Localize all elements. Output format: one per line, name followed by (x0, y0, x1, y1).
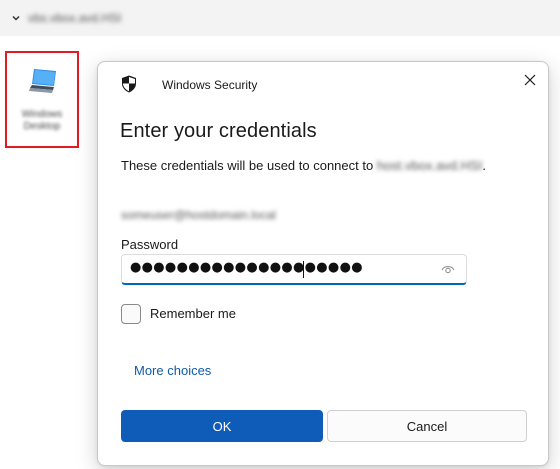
password-field[interactable]: ●●●●●●●●●●●●●●●●●●●● (121, 254, 467, 285)
password-label: Password (121, 237, 179, 252)
cancel-button[interactable]: Cancel (327, 410, 527, 442)
shield-icon (122, 75, 136, 93)
more-choices-link[interactable]: More choices (134, 363, 211, 378)
close-icon (524, 74, 536, 86)
background-header: vbs.vbox.avd.HSI (0, 0, 560, 36)
username-text: someuser@hostdomain.local (121, 208, 276, 222)
dialog-heading: Enter your credentials (120, 120, 317, 142)
remember-me-checkbox[interactable] (121, 304, 141, 324)
ok-button[interactable]: OK (121, 410, 323, 442)
remember-me-label[interactable]: Remember me (150, 306, 236, 321)
shortcut-label: Windows Desktop (21, 109, 63, 132)
close-button[interactable] (516, 66, 544, 94)
dialog-description: These credentials will be used to connec… (121, 158, 486, 173)
credentials-dialog: Windows Security Enter your credentials … (97, 61, 549, 466)
host-name: host.vbox.avd.HSI (376, 158, 483, 173)
chevron-down-icon[interactable] (11, 13, 21, 23)
dialog-app-title: Windows Security (162, 78, 258, 92)
text-caret (303, 261, 304, 278)
desktop-shortcut[interactable]: Windows Desktop (5, 51, 79, 148)
remote-desktop-icon (29, 69, 56, 93)
password-value: ●●●●●●●●●●●●●●●●●●●● (130, 260, 363, 275)
reveal-password-icon[interactable] (441, 263, 455, 275)
background-header-text: vbs.vbox.avd.HSI (28, 11, 122, 25)
